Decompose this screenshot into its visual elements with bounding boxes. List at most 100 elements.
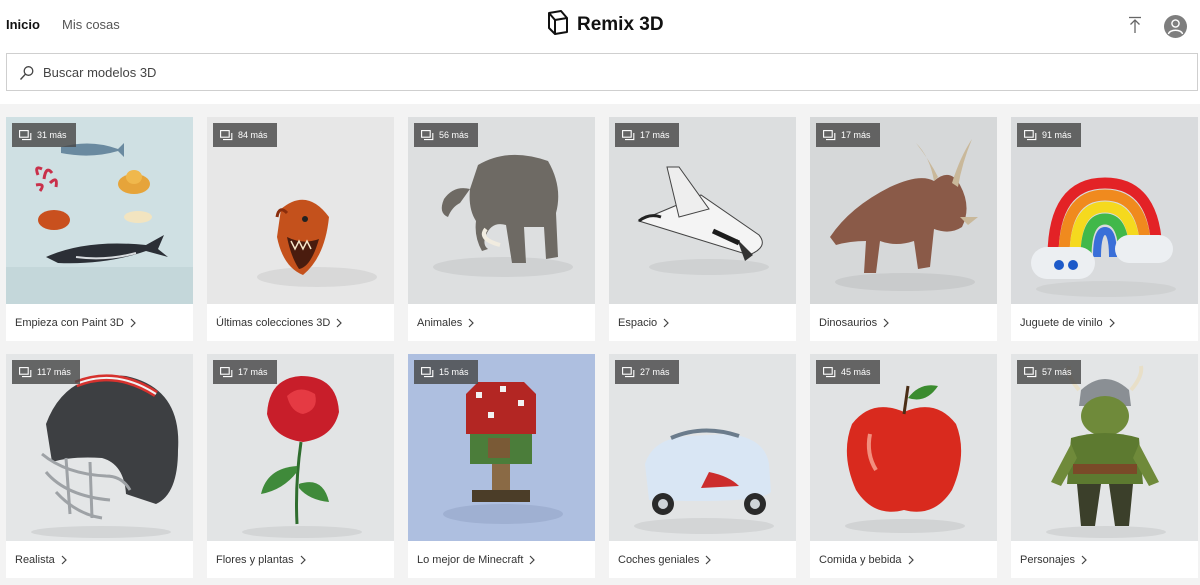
collection-stack-icon: [220, 366, 233, 377]
collection-stack-icon: [19, 366, 32, 377]
collection-title: Dinosaurios: [819, 316, 878, 329]
collection-card[interactable]: 15 más Lo mejor de Minecraft: [408, 354, 595, 578]
collection-caption[interactable]: Juguete de vinilo: [1011, 304, 1198, 341]
chevron-right-icon: [300, 555, 306, 564]
collection-title: Espacio: [618, 316, 658, 329]
collection-stack-icon: [823, 129, 836, 140]
collection-stack-icon: [19, 129, 32, 140]
collection-count: 57 más: [1042, 367, 1072, 377]
search-input[interactable]: [43, 54, 1183, 90]
chevron-right-icon: [883, 318, 889, 327]
collection-stack-icon: [421, 129, 434, 140]
collection-count-badge: 57 más: [1017, 360, 1081, 384]
collection-thumbnail[interactable]: 91 más: [1011, 117, 1198, 304]
collection-card[interactable]: 17 más Flores y plantas: [207, 354, 394, 578]
collection-count-badge: 56 más: [414, 123, 478, 147]
collection-caption[interactable]: Últimas colecciones 3D: [207, 304, 394, 341]
collection-title: Juguete de vinilo: [1020, 316, 1103, 329]
collection-title: Coches geniales: [618, 553, 700, 566]
collection-card[interactable]: 117 más Realista: [6, 354, 193, 578]
collection-caption[interactable]: Animales: [408, 304, 595, 341]
collection-count: 84 más: [238, 130, 268, 140]
upload-button[interactable]: [1124, 14, 1146, 36]
collection-thumbnail[interactable]: 17 más: [207, 354, 394, 541]
collection-caption[interactable]: Personajes: [1011, 541, 1198, 578]
collection-card[interactable]: 84 más Últimas colecciones 3D: [207, 117, 394, 341]
search-box[interactable]: [6, 53, 1198, 91]
chevron-right-icon: [336, 318, 343, 327]
collection-caption[interactable]: Empieza con Paint 3D: [6, 304, 193, 341]
collection-count-badge: 117 más: [12, 360, 80, 384]
collection-count: 117 más: [37, 367, 71, 377]
collection-count: 17 más: [238, 367, 268, 377]
collection-stack-icon: [622, 129, 635, 140]
collection-thumbnail[interactable]: 27 más: [609, 354, 796, 541]
collection-count: 45 más: [841, 367, 871, 377]
collection-title: Realista: [15, 553, 55, 566]
nav-home-link[interactable]: Inicio: [6, 17, 40, 32]
collection-thumbnail[interactable]: 17 más: [609, 117, 796, 304]
collection-thumbnail[interactable]: 57 más: [1011, 354, 1198, 541]
collection-card[interactable]: 17 más Espacio: [609, 117, 796, 341]
chevron-right-icon: [705, 555, 712, 564]
collection-card[interactable]: 56 más Animales: [408, 117, 595, 341]
collection-title: Flores y plantas: [216, 553, 294, 566]
collection-thumbnail[interactable]: 84 más: [207, 117, 394, 304]
collection-count: 17 más: [640, 130, 670, 140]
collection-card[interactable]: 27 más Coches geniales: [609, 354, 796, 578]
collection-stack-icon: [421, 366, 434, 377]
brand[interactable]: Remix 3D: [546, 9, 664, 39]
search-icon: [19, 66, 34, 80]
chevron-right-icon: [529, 555, 536, 564]
collection-thumbnail[interactable]: 56 más: [408, 117, 595, 304]
collection-thumbnail[interactable]: 17 más: [810, 117, 997, 304]
collection-card[interactable]: 45 más Comida y bebida: [810, 354, 997, 578]
collection-count-badge: 45 más: [816, 360, 880, 384]
collection-title: Últimas colecciones 3D: [216, 316, 331, 329]
collection-stack-icon: [1024, 129, 1037, 140]
upload-icon: [1129, 16, 1141, 33]
collection-stack-icon: [622, 366, 635, 377]
collection-count-badge: 91 más: [1017, 123, 1081, 147]
collection-count-badge: 17 más: [615, 123, 679, 147]
collection-count-badge: 17 más: [213, 360, 277, 384]
collection-caption[interactable]: Espacio: [609, 304, 796, 341]
collection-caption[interactable]: Flores y plantas: [207, 541, 394, 578]
search-area: [0, 52, 1200, 104]
collection-title: Personajes: [1020, 553, 1076, 566]
collection-count: 56 más: [439, 130, 469, 140]
collection-count: 15 más: [439, 367, 469, 377]
collection-thumbnail[interactable]: 117 más: [6, 354, 193, 541]
collection-caption[interactable]: Comida y bebida: [810, 541, 997, 578]
collection-card[interactable]: 31 más Empieza con Paint 3D: [6, 117, 193, 341]
nav-my-stuff-link[interactable]: Mis cosas: [62, 17, 120, 32]
collection-card[interactable]: 57 más Personajes: [1011, 354, 1198, 578]
collection-count-badge: 84 más: [213, 123, 277, 147]
chevron-right-icon: [468, 318, 475, 327]
chevron-right-icon: [1109, 318, 1115, 327]
top-bar: Inicio Mis cosas Remix 3D: [0, 0, 1200, 52]
collection-title: Comida y bebida: [819, 553, 902, 566]
collection-caption[interactable]: Lo mejor de Minecraft: [408, 541, 595, 578]
collection-thumbnail[interactable]: 45 más: [810, 354, 997, 541]
collection-caption[interactable]: Coches geniales: [609, 541, 796, 578]
collection-stack-icon: [823, 366, 836, 377]
collection-count-badge: 17 más: [816, 123, 880, 147]
collection-count-badge: 27 más: [615, 360, 679, 384]
chevron-right-icon: [908, 555, 914, 564]
collection-caption[interactable]: Realista: [6, 541, 193, 578]
chevron-right-icon: [61, 555, 67, 564]
collection-card[interactable]: 91 más Juguete de vinilo: [1011, 117, 1198, 341]
collection-thumbnail[interactable]: 15 más: [408, 354, 595, 541]
collection-thumbnail[interactable]: 31 más: [6, 117, 193, 304]
collection-count: 31 más: [37, 130, 67, 140]
collection-card[interactable]: 17 más Dinosaurios: [810, 117, 997, 341]
collection-count: 27 más: [640, 367, 670, 377]
collection-title: Empieza con Paint 3D: [15, 316, 124, 329]
collection-count: 91 más: [1042, 130, 1072, 140]
collection-caption[interactable]: Dinosaurios: [810, 304, 997, 341]
user-avatar[interactable]: [1164, 15, 1187, 38]
collection-stack-icon: [1024, 366, 1037, 377]
collection-title: Animales: [417, 316, 463, 329]
brand-title: Remix 3D: [577, 14, 664, 35]
